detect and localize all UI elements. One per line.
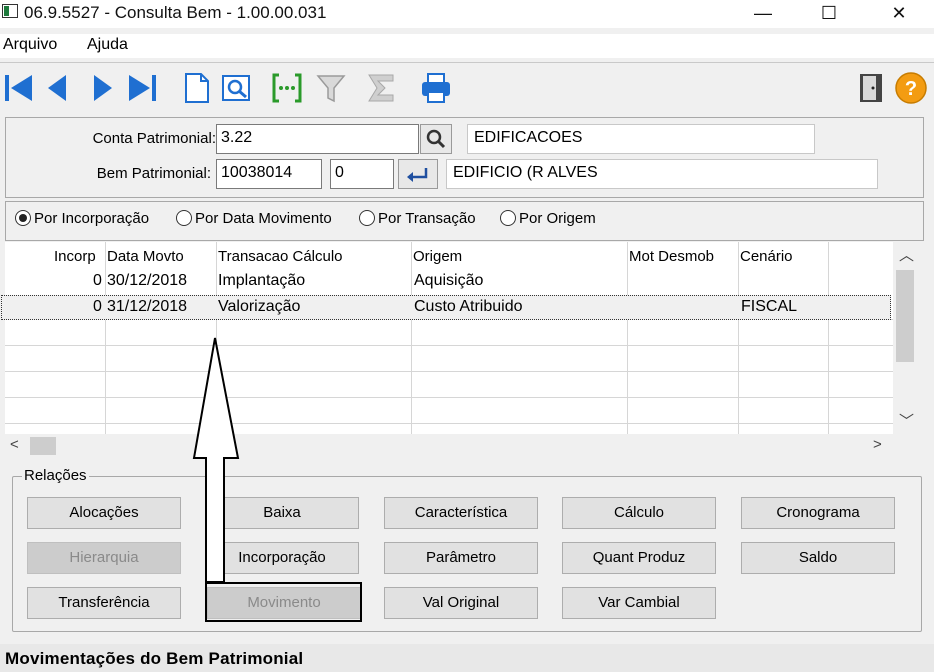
- caracteristica-button[interactable]: Característica: [384, 497, 538, 529]
- search-button[interactable]: [420, 124, 452, 154]
- alocacoes-button[interactable]: Alocações: [27, 497, 181, 529]
- radio-selected-icon: [15, 210, 31, 226]
- conta-input[interactable]: 3.22: [216, 124, 419, 154]
- search-icon: [426, 129, 446, 149]
- hierarquia-button[interactable]: Hierarquia: [27, 542, 181, 574]
- header-panel: Conta Patrimonial: 3.22 EDIFICACOES Bem …: [5, 117, 924, 198]
- enter-button[interactable]: [398, 159, 438, 189]
- next-record-icon[interactable]: [86, 71, 120, 105]
- table-row-2-incorp[interactable]: 0: [93, 298, 102, 316]
- vertical-scroll-thumb[interactable]: [896, 270, 914, 362]
- sum-icon[interactable]: [364, 71, 398, 105]
- table-row-2-data[interactable]: 31/12/2018: [107, 298, 187, 316]
- help-icon[interactable]: ?: [894, 71, 928, 105]
- table-row-2-transacao[interactable]: Valorização: [218, 298, 300, 316]
- first-record-icon[interactable]: [2, 71, 36, 105]
- table-row-2-origem[interactable]: Custo Atribuido: [414, 298, 523, 316]
- menu-bar: Arquivo Ajuda: [0, 34, 934, 58]
- transferencia-button[interactable]: Transferência: [27, 587, 181, 619]
- column-header-data-movto[interactable]: Data Movto: [107, 248, 184, 265]
- radio-por-origem[interactable]: Por Origem: [500, 210, 596, 227]
- var-cambial-button[interactable]: Var Cambial: [562, 587, 716, 619]
- conta-description: EDIFICACOES: [467, 124, 815, 154]
- vertical-scrollbar[interactable]: ︿ ﹀: [893, 242, 917, 434]
- annotation-highlight-box: [205, 582, 362, 622]
- title-bar: 06.9.5527 - Consulta Bem - 1.00.00.031 —…: [0, 0, 934, 28]
- table-row-1-origem[interactable]: Aquisição: [414, 272, 483, 290]
- scroll-right-icon[interactable]: >: [873, 436, 882, 453]
- last-record-icon[interactable]: [126, 71, 160, 105]
- window-title: 06.9.5527 - Consulta Bem - 1.00.00.031: [24, 3, 327, 22]
- table-row-2-cenario[interactable]: FISCAL: [741, 298, 797, 316]
- app-icon: [2, 4, 18, 18]
- scroll-down-icon[interactable]: ﹀: [899, 410, 914, 431]
- print-icon[interactable]: [419, 71, 453, 105]
- bem-sequence-input[interactable]: 0: [330, 159, 394, 189]
- scroll-up-icon[interactable]: ︿: [899, 244, 914, 265]
- column-header-mot-desmob[interactable]: Mot Desmob: [629, 248, 714, 265]
- bem-input[interactable]: 10038014: [216, 159, 322, 189]
- sort-options-panel: Por Incorporação Por Data Movimento Por …: [5, 201, 924, 241]
- column-header-transacao[interactable]: Transacao Cálculo: [218, 248, 343, 265]
- conta-label: Conta Patrimonial:: [92, 130, 216, 147]
- menu-ajuda[interactable]: Ajuda: [87, 36, 128, 54]
- close-button[interactable]: ✕: [876, 0, 922, 28]
- val-original-button[interactable]: Val Original: [384, 587, 538, 619]
- menu-arquivo[interactable]: Arquivo: [3, 36, 57, 54]
- calculo-button[interactable]: Cálculo: [562, 497, 716, 529]
- column-header-cenario[interactable]: Cenário: [740, 248, 793, 265]
- quant-produz-button[interactable]: Quant Produz: [562, 542, 716, 574]
- parametro-button[interactable]: Parâmetro: [384, 542, 538, 574]
- table-row-1-incorp[interactable]: 0: [93, 272, 102, 290]
- radio-empty-icon: [359, 210, 375, 226]
- radio-por-transacao[interactable]: Por Transação: [359, 210, 476, 227]
- preview-icon[interactable]: [219, 71, 253, 105]
- table-row-1-transacao[interactable]: Implantação: [218, 272, 305, 290]
- enter-icon: [407, 168, 428, 182]
- scroll-left-icon[interactable]: <: [10, 436, 19, 453]
- radio-empty-icon: [500, 210, 516, 226]
- radio-por-incorporacao[interactable]: Por Incorporação: [15, 210, 149, 227]
- minimize-button[interactable]: —: [740, 0, 786, 28]
- baixa-button[interactable]: Baixa: [205, 497, 359, 529]
- radio-empty-icon: [176, 210, 192, 226]
- select-columns-icon[interactable]: [270, 71, 304, 105]
- column-header-incorp[interactable]: Incorp: [54, 248, 96, 265]
- bem-label: Bem Patrimonial:: [96, 165, 211, 182]
- status-bar: Movimentações do Bem Patrimonial: [0, 644, 934, 672]
- horizontal-scroll-thumb[interactable]: [30, 437, 56, 455]
- maximize-button[interactable]: ☐: [806, 0, 852, 28]
- horizontal-scrollbar[interactable]: < >: [5, 434, 917, 458]
- previous-record-icon[interactable]: [42, 71, 76, 105]
- cronograma-button[interactable]: Cronograma: [741, 497, 895, 529]
- exit-door-icon[interactable]: [855, 71, 889, 105]
- saldo-button[interactable]: Saldo: [741, 542, 895, 574]
- svg-text:?: ?: [905, 78, 917, 100]
- filter-icon[interactable]: [314, 71, 348, 105]
- incorporacao-button[interactable]: Incorporação: [205, 542, 359, 574]
- new-document-icon[interactable]: [180, 71, 214, 105]
- table-row-1-data[interactable]: 30/12/2018: [107, 272, 187, 290]
- radio-por-data-movimento[interactable]: Por Data Movimento: [176, 210, 332, 227]
- toolbar: ?: [0, 62, 934, 112]
- movements-grid[interactable]: Incorp Data Movto Transacao Cálculo Orig…: [5, 242, 893, 434]
- relations-title: Relações: [22, 467, 89, 484]
- bem-description: EDIFICIO (R ALVES: [446, 159, 878, 189]
- column-header-origem[interactable]: Origem: [413, 248, 462, 265]
